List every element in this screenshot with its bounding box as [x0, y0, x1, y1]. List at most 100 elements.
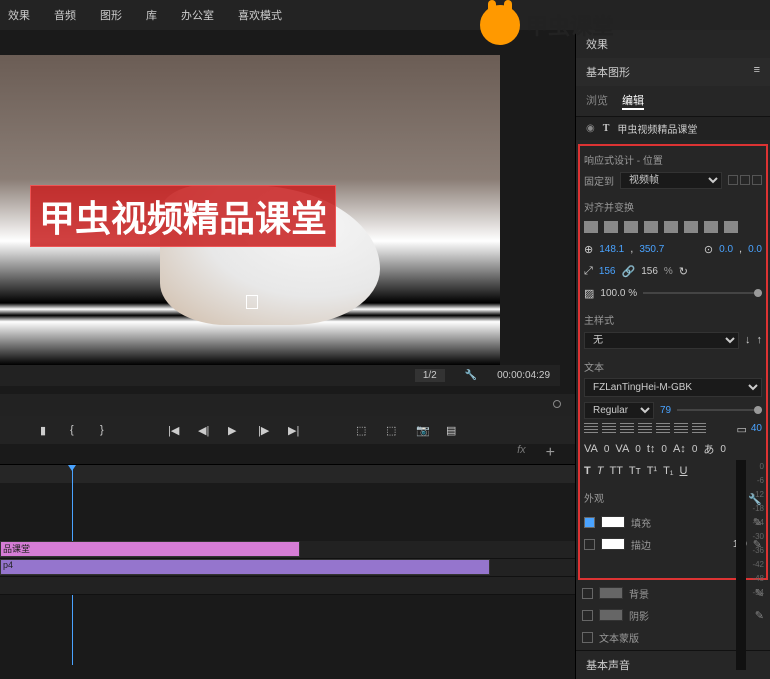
- menu-favorites[interactable]: 喜欢模式: [238, 7, 282, 23]
- opacity-icon: ▨: [584, 287, 594, 300]
- extract-icon[interactable]: ⬚: [386, 424, 398, 436]
- text-align-justify-last-right-icon[interactable]: [674, 423, 688, 433]
- text-align-justify-last-left-icon[interactable]: [638, 423, 652, 433]
- menu-effects[interactable]: 效果: [8, 7, 30, 23]
- superscript-button[interactable]: T¹: [647, 465, 657, 477]
- anchor-y-input[interactable]: 0.0: [748, 244, 762, 255]
- font-size-slider[interactable]: [677, 409, 762, 411]
- pin-target-select[interactable]: 视频帧: [620, 172, 722, 189]
- audio-track-1[interactable]: [0, 577, 575, 595]
- timecode-display[interactable]: 00:00:04:29: [497, 370, 550, 381]
- graphics-clip[interactable]: 品课堂: [0, 541, 300, 557]
- stroke-checkbox[interactable]: [584, 539, 595, 550]
- go-to-out-icon[interactable]: ▶|: [288, 424, 300, 436]
- text-align-justify-last-center-icon[interactable]: [656, 423, 670, 433]
- font-size-input[interactable]: 79: [660, 405, 671, 416]
- align-center-v-icon[interactable]: [664, 221, 678, 233]
- go-to-in-icon[interactable]: |◀: [168, 424, 180, 436]
- shadow-checkbox[interactable]: [582, 610, 593, 621]
- master-style-section: 主样式 无 ↓ ↑: [584, 312, 762, 349]
- fill-color-swatch[interactable]: [601, 516, 625, 528]
- align-bottom-icon[interactable]: [684, 221, 698, 233]
- sync-style-icon[interactable]: ↑: [757, 334, 763, 346]
- align-left-icon[interactable]: [584, 221, 598, 233]
- video-clip[interactable]: p4: [0, 559, 490, 575]
- menu-graphics[interactable]: 图形: [100, 7, 122, 23]
- video-track-2[interactable]: 品课堂: [0, 541, 575, 559]
- comparison-icon[interactable]: ▤: [446, 424, 458, 436]
- kerning-input[interactable]: 0: [635, 444, 641, 455]
- scale-h-input[interactable]: 156: [641, 266, 658, 277]
- tracking-input[interactable]: 0: [604, 444, 610, 455]
- stroke-width-input[interactable]: 40: [751, 423, 762, 436]
- anchor-x-input[interactable]: 0.0: [719, 244, 733, 255]
- shadow-color-swatch[interactable]: [599, 609, 623, 621]
- link-scale-icon[interactable]: 🔗: [622, 265, 636, 278]
- align-center-h-icon[interactable]: [604, 221, 618, 233]
- menu-audio[interactable]: 音频: [54, 7, 76, 23]
- rotation-icon[interactable]: ↻: [679, 265, 688, 278]
- text-align-justify-icon[interactable]: [692, 423, 706, 433]
- program-monitor[interactable]: 甲虫视频精品课堂: [0, 55, 500, 365]
- panel-menu-icon[interactable]: ≡: [754, 64, 760, 80]
- opacity-slider[interactable]: [643, 292, 762, 294]
- play-icon[interactable]: ▶: [228, 424, 240, 436]
- master-style-select[interactable]: 无: [584, 332, 739, 349]
- background-checkbox[interactable]: [582, 588, 593, 599]
- timeline-ruler[interactable]: [0, 465, 575, 483]
- eg-tabs: 浏览 编辑: [576, 86, 770, 117]
- in-point-icon[interactable]: {: [70, 424, 82, 436]
- visibility-icon[interactable]: ◉: [586, 123, 595, 134]
- pin-edges-widget[interactable]: [728, 175, 762, 185]
- lift-icon[interactable]: ⬚: [356, 424, 368, 436]
- title-text-overlay[interactable]: 甲虫视频精品课堂: [30, 185, 336, 247]
- pos-x-input[interactable]: 148.1: [599, 244, 624, 255]
- fill-checkbox[interactable]: [584, 517, 595, 528]
- step-back-icon[interactable]: ◀|: [198, 424, 210, 436]
- step-forward-icon[interactable]: |▶: [258, 424, 270, 436]
- responsive-section: 响应式设计 - 位置 固定到 视频帧: [584, 152, 762, 189]
- out-point-icon[interactable]: }: [100, 424, 112, 436]
- distribute-h-icon[interactable]: [704, 221, 718, 233]
- tsume-input[interactable]: 0: [720, 444, 726, 455]
- text-align-right-icon[interactable]: [620, 423, 634, 433]
- text-align-left-icon[interactable]: [584, 423, 598, 433]
- text-align-center-icon[interactable]: [602, 423, 616, 433]
- menu-office[interactable]: 办公室: [181, 7, 214, 23]
- browse-tab[interactable]: 浏览: [586, 92, 608, 110]
- pos-y-input[interactable]: 350.7: [639, 244, 664, 255]
- faux-italic-button[interactable]: T: [597, 465, 604, 477]
- smallcaps-button[interactable]: Tт: [629, 465, 641, 477]
- scale-input[interactable]: 156: [599, 266, 616, 277]
- align-right-icon[interactable]: [624, 221, 638, 233]
- stroke-color-swatch[interactable]: [601, 538, 625, 550]
- edit-tab[interactable]: 编辑: [622, 92, 644, 110]
- font-weight-select[interactable]: Regular: [584, 402, 654, 419]
- text-layer-row[interactable]: ◉ T 甲虫视频精品课堂: [576, 117, 770, 140]
- background-color-swatch[interactable]: [599, 587, 623, 599]
- settings-icon[interactable]: 🔧: [465, 370, 477, 381]
- eg-title: 基本图形: [586, 64, 630, 80]
- underline-button[interactable]: U: [680, 465, 688, 477]
- push-style-icon[interactable]: ↓: [745, 334, 751, 346]
- align-top-icon[interactable]: [644, 221, 658, 233]
- watermark-text: 甲虫课堂: [526, 9, 614, 41]
- baseline-input[interactable]: 0: [692, 444, 698, 455]
- shadow-eyedropper-icon[interactable]: ✎: [755, 609, 764, 622]
- timeline-panel[interactable]: 品课堂 p4: [0, 464, 575, 679]
- add-effect-button[interactable]: +: [546, 444, 555, 462]
- video-track-1[interactable]: p4: [0, 559, 575, 577]
- faux-bold-button[interactable]: T: [584, 465, 591, 477]
- menu-library[interactable]: 库: [146, 7, 157, 23]
- marker-icon[interactable]: ▮: [40, 424, 52, 436]
- font-family-select[interactable]: FZLanTingHei-M-GBK: [584, 378, 762, 397]
- text-mask-checkbox[interactable]: [582, 632, 593, 643]
- distribute-v-icon[interactable]: [724, 221, 738, 233]
- subscript-button[interactable]: T₁: [663, 465, 673, 477]
- leading-input[interactable]: 0: [661, 444, 667, 455]
- zoom-level[interactable]: 1/2: [415, 369, 445, 382]
- allcaps-button[interactable]: TT: [609, 465, 622, 477]
- export-frame-icon[interactable]: 📷: [416, 424, 428, 436]
- scrub-bar[interactable]: [0, 394, 575, 416]
- opacity-input[interactable]: 100.0 %: [600, 288, 637, 299]
